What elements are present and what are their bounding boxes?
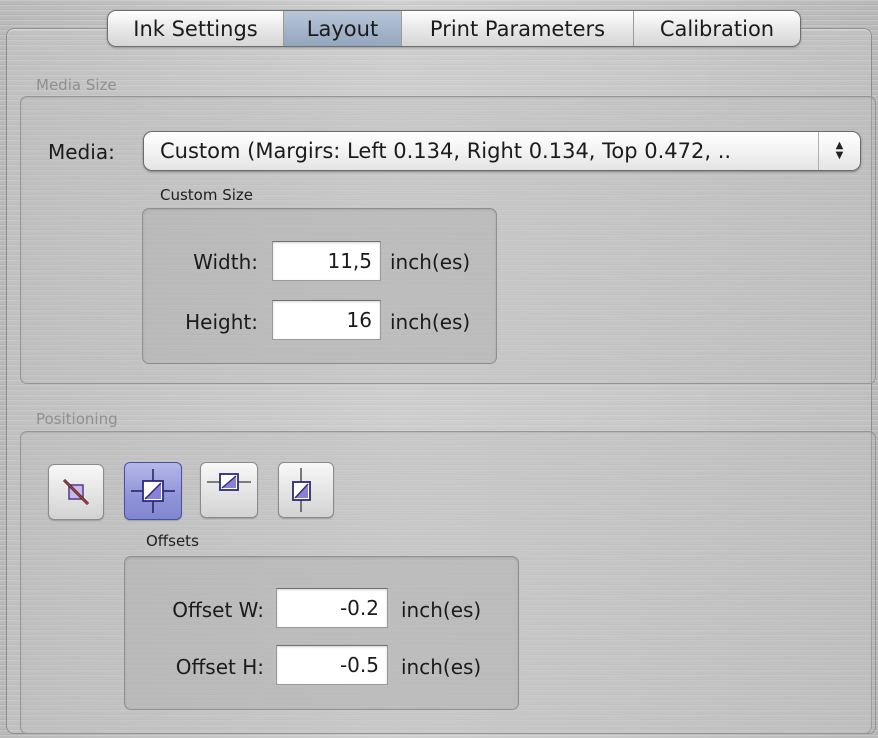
offset-w-field[interactable]: -0.2 [276,588,388,628]
height-field[interactable]: 16 [272,300,381,340]
position-button-center-vertical[interactable] [278,462,334,518]
media-label: Media: [48,140,115,164]
tab-calibration[interactable]: Calibration [634,11,800,46]
positioning-group-title: Positioning [36,410,118,428]
width-unit: inch(es) [390,250,471,274]
height-unit: inch(es) [390,310,471,334]
center-both-icon [131,469,175,513]
media-size-group-title: Media Size [36,76,117,94]
popup-updown-arrows-icon: ▲ ▼ [818,132,860,170]
offsets-box [124,556,519,710]
width-label: Width: [193,250,258,274]
offset-w-label: Offset W: [172,598,264,622]
tab-layout[interactable]: Layout [284,11,402,46]
offset-w-unit: inch(es) [401,598,482,622]
position-button-none[interactable] [48,464,104,520]
position-button-center-horizontal[interactable] [200,462,258,518]
width-field[interactable]: 11,5 [272,241,381,281]
center-horizontal-icon [207,473,251,491]
offset-h-unit: inch(es) [401,655,482,679]
tab-ink-settings[interactable]: Ink Settings [108,11,284,46]
media-popup-value: Custom (Margirs: Left 0.134, Right 0.134… [160,139,732,163]
offset-h-label: Offset H: [175,655,264,679]
custom-size-box [142,208,497,364]
no-positioning-icon [62,478,90,506]
center-vertical-icon [292,468,311,512]
offsets-title: Offsets [146,532,199,550]
position-button-center-both[interactable] [124,462,182,520]
media-popup[interactable]: Custom (Margirs: Left 0.134, Right 0.134… [143,131,861,171]
offset-h-field[interactable]: -0.5 [276,645,388,685]
height-label: Height: [185,310,258,334]
tab-print-parameters[interactable]: Print Parameters [402,11,634,46]
tab-bar: Ink Settings Layout Print Parameters Cal… [107,10,801,47]
custom-size-title: Custom Size [160,186,254,204]
